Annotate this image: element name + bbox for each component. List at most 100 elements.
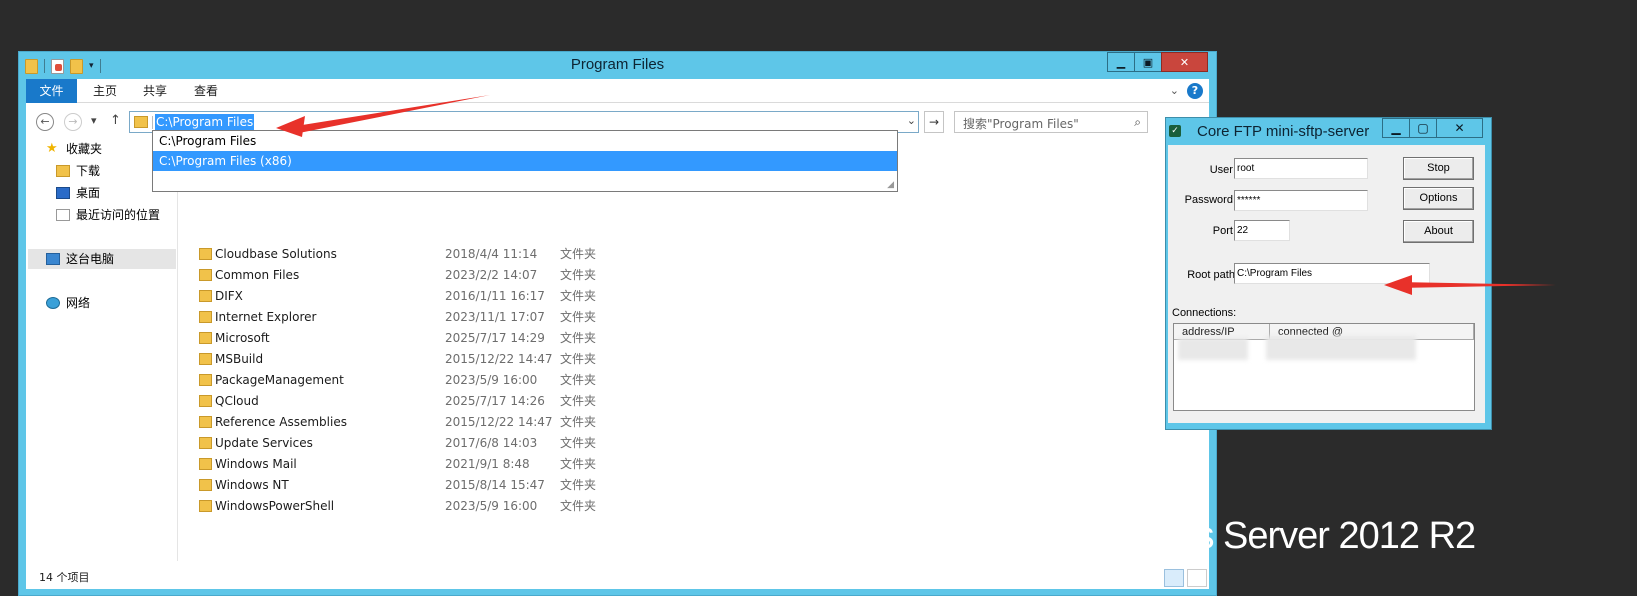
- file-date: 2018/4/4 11:14: [445, 247, 538, 261]
- folder-icon: [199, 479, 212, 491]
- tab-view[interactable]: 查看: [184, 79, 228, 103]
- navigation-pane: ★ 收藏夹 下载 桌面 最近访问的位置 这台电脑 网络: [26, 139, 178, 561]
- file-name: Reference Assemblies: [215, 415, 347, 429]
- file-name: DIFX: [215, 289, 243, 303]
- file-row[interactable]: Update Services 2017/6/8 14:03 文件夹: [196, 433, 616, 453]
- file-row[interactable]: Common Files 2023/2/2 14:07 文件夹: [196, 265, 616, 285]
- file-type: 文件夹: [560, 499, 597, 513]
- file-name: MSBuild: [215, 352, 264, 366]
- file-name: WindowsPowerShell: [215, 499, 335, 513]
- user-field[interactable]: root: [1234, 158, 1368, 179]
- computer-icon: [46, 253, 60, 265]
- search-input[interactable]: 搜索"Program Files": [963, 115, 1079, 132]
- file-row[interactable]: Windows NT 2015/8/14 15:47 文件夹: [196, 475, 616, 495]
- file-date: 2025/7/17 14:29: [445, 331, 545, 345]
- file-row[interactable]: DIFX 2016/1/11 16:17 文件夹: [196, 286, 616, 306]
- back-button[interactable]: ←: [36, 113, 54, 131]
- desktop-icon: [56, 187, 70, 199]
- folder-icon: [199, 458, 212, 470]
- search-box[interactable]: 搜索"Program Files" ⌕: [954, 111, 1148, 133]
- nav-label: 收藏夹: [66, 142, 103, 156]
- redacted-area: [1178, 338, 1248, 360]
- file-row[interactable]: Internet Explorer 2023/11/1 17:07 文件夹: [196, 307, 616, 327]
- status-bar-item-count: 14 个项目: [39, 571, 90, 584]
- port-field[interactable]: 22: [1234, 220, 1290, 241]
- file-type: 文件夹: [560, 310, 597, 324]
- file-type: 文件夹: [560, 394, 597, 408]
- forward-button[interactable]: →: [64, 113, 82, 131]
- recent-locations-icon[interactable]: ▾: [91, 114, 97, 127]
- suggestion-item-selected[interactable]: C:\Program Files (x86): [153, 151, 897, 171]
- file-name: Windows Mail: [215, 457, 297, 471]
- help-icon[interactable]: ?: [1187, 83, 1203, 99]
- about-button[interactable]: About: [1403, 220, 1474, 243]
- password-field[interactable]: ******: [1234, 190, 1368, 211]
- details-view-button[interactable]: [1164, 569, 1184, 587]
- file-name: QCloud: [215, 394, 259, 408]
- nav-label: 桌面: [76, 186, 101, 200]
- maximize-button[interactable]: ▣: [1134, 52, 1162, 72]
- nav-label: 这台电脑: [66, 252, 115, 266]
- minimize-button[interactable]: ▁: [1382, 118, 1410, 138]
- minimize-button[interactable]: ▁: [1107, 52, 1135, 72]
- tab-file[interactable]: 文件: [26, 79, 77, 103]
- up-button[interactable]: ↑: [110, 113, 121, 128]
- nav-recent[interactable]: 最近访问的位置: [56, 205, 160, 225]
- view-toggle: [1164, 569, 1207, 587]
- nav-network[interactable]: 网络: [46, 293, 90, 313]
- file-row[interactable]: Microsoft 2025/7/17 14:29 文件夹: [196, 328, 616, 348]
- file-row[interactable]: QCloud 2025/7/17 14:26 文件夹: [196, 391, 616, 411]
- file-row[interactable]: PackageManagement 2023/5/9 16:00 文件夹: [196, 370, 616, 390]
- nav-downloads[interactable]: 下载: [56, 161, 100, 181]
- port-label: Port:: [1212, 225, 1236, 237]
- suggestion-item[interactable]: C:\Program Files: [153, 131, 897, 151]
- root-path-field[interactable]: C:\Program Files: [1234, 263, 1430, 284]
- file-row[interactable]: Windows Mail 2021/9/1 8:48 文件夹: [196, 454, 616, 474]
- chevron-down-icon[interactable]: ⌄: [907, 114, 916, 127]
- close-button[interactable]: ✕: [1161, 52, 1208, 72]
- search-icon[interactable]: ⌕: [1134, 115, 1141, 130]
- folder-icon: [199, 311, 212, 323]
- file-date: 2015/8/14 15:47: [445, 478, 545, 492]
- redacted-area: [1266, 336, 1416, 360]
- file-row[interactable]: MSBuild 2015/12/22 14:47 文件夹: [196, 349, 616, 369]
- folder-icon: [199, 353, 212, 365]
- file-row[interactable]: Reference Assemblies 2015/12/22 14:47 文件夹: [196, 412, 616, 432]
- large-icons-view-button[interactable]: [1187, 569, 1207, 587]
- nav-this-pc[interactable]: 这台电脑: [28, 249, 176, 269]
- folder-icon: [199, 248, 212, 260]
- file-date: 2023/11/1 17:07: [445, 310, 545, 324]
- folder-icon: [199, 374, 212, 386]
- file-type: 文件夹: [560, 268, 597, 282]
- file-date: 2017/6/8 14:03: [445, 436, 538, 450]
- ftp-form: User: root Password: ****** Port: 22 Roo…: [1168, 145, 1485, 423]
- file-name: Cloudbase Solutions: [215, 247, 337, 261]
- file-name: Internet Explorer: [215, 310, 317, 324]
- caption-buttons: ▁ ▢ ✕: [1382, 118, 1483, 138]
- nav-desktop[interactable]: 桌面: [56, 183, 100, 203]
- file-date: 2025/7/17 14:26: [445, 394, 545, 408]
- options-button[interactable]: Options: [1403, 187, 1474, 210]
- file-date: 2023/5/9 16:00: [445, 373, 538, 387]
- tab-home[interactable]: 主页: [83, 79, 127, 103]
- file-row[interactable]: Cloudbase Solutions 2018/4/4 11:14 文件夹: [196, 244, 616, 264]
- resize-grip-icon[interactable]: ◢: [887, 180, 894, 190]
- tab-share[interactable]: 共享: [133, 79, 177, 103]
- nav-favorites[interactable]: ★ 收藏夹: [46, 139, 102, 159]
- expand-ribbon-icon[interactable]: ⌄: [1170, 84, 1179, 97]
- address-input[interactable]: C:\Program Files: [155, 114, 255, 130]
- stop-button[interactable]: Stop: [1403, 157, 1474, 180]
- connections-table[interactable]: address/IP connected @: [1173, 323, 1475, 411]
- file-type: 文件夹: [560, 247, 597, 261]
- file-row[interactable]: WindowsPowerShell 2023/5/9 16:00 文件夹: [196, 496, 616, 516]
- ribbon-tabs: 文件 主页 共享 查看 ⌄ ?: [26, 79, 1209, 103]
- folder-icon: [199, 416, 212, 428]
- file-type: 文件夹: [560, 415, 597, 429]
- file-name: Common Files: [215, 268, 300, 282]
- file-type: 文件夹: [560, 331, 597, 345]
- user-label: User:: [1209, 164, 1236, 176]
- close-button[interactable]: ✕: [1436, 118, 1483, 138]
- go-button[interactable]: →: [924, 111, 944, 133]
- file-date: 2016/1/11 16:17: [445, 289, 545, 303]
- maximize-button[interactable]: ▢: [1409, 118, 1437, 138]
